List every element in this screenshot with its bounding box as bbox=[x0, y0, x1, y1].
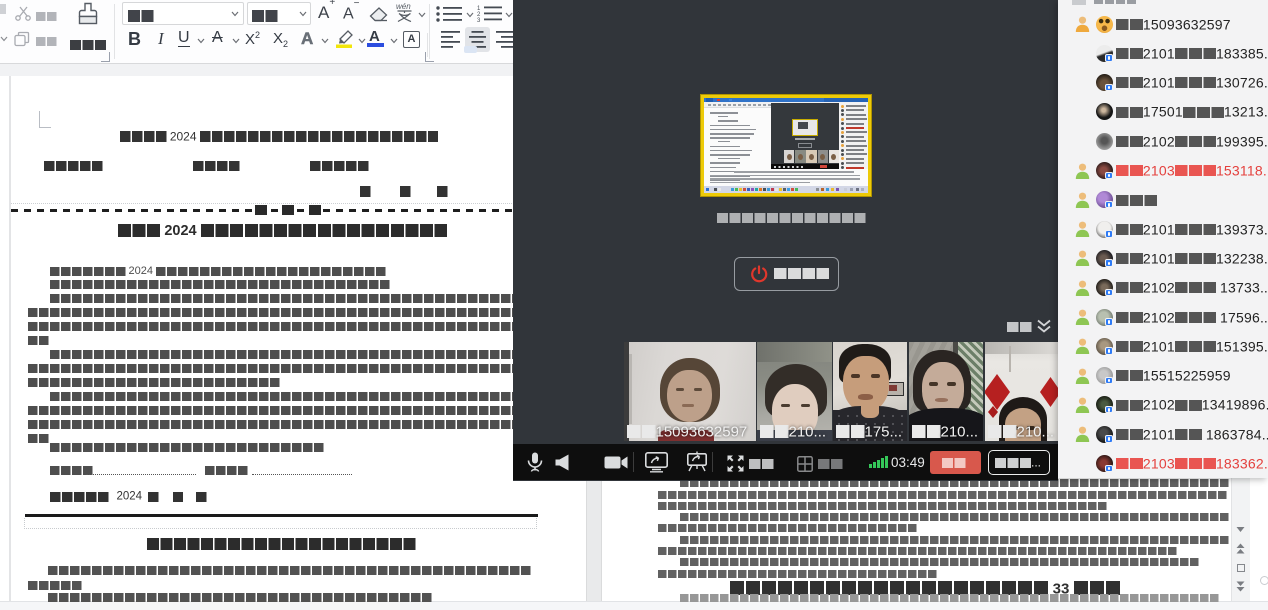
svg-text:3: 3 bbox=[477, 18, 481, 22]
